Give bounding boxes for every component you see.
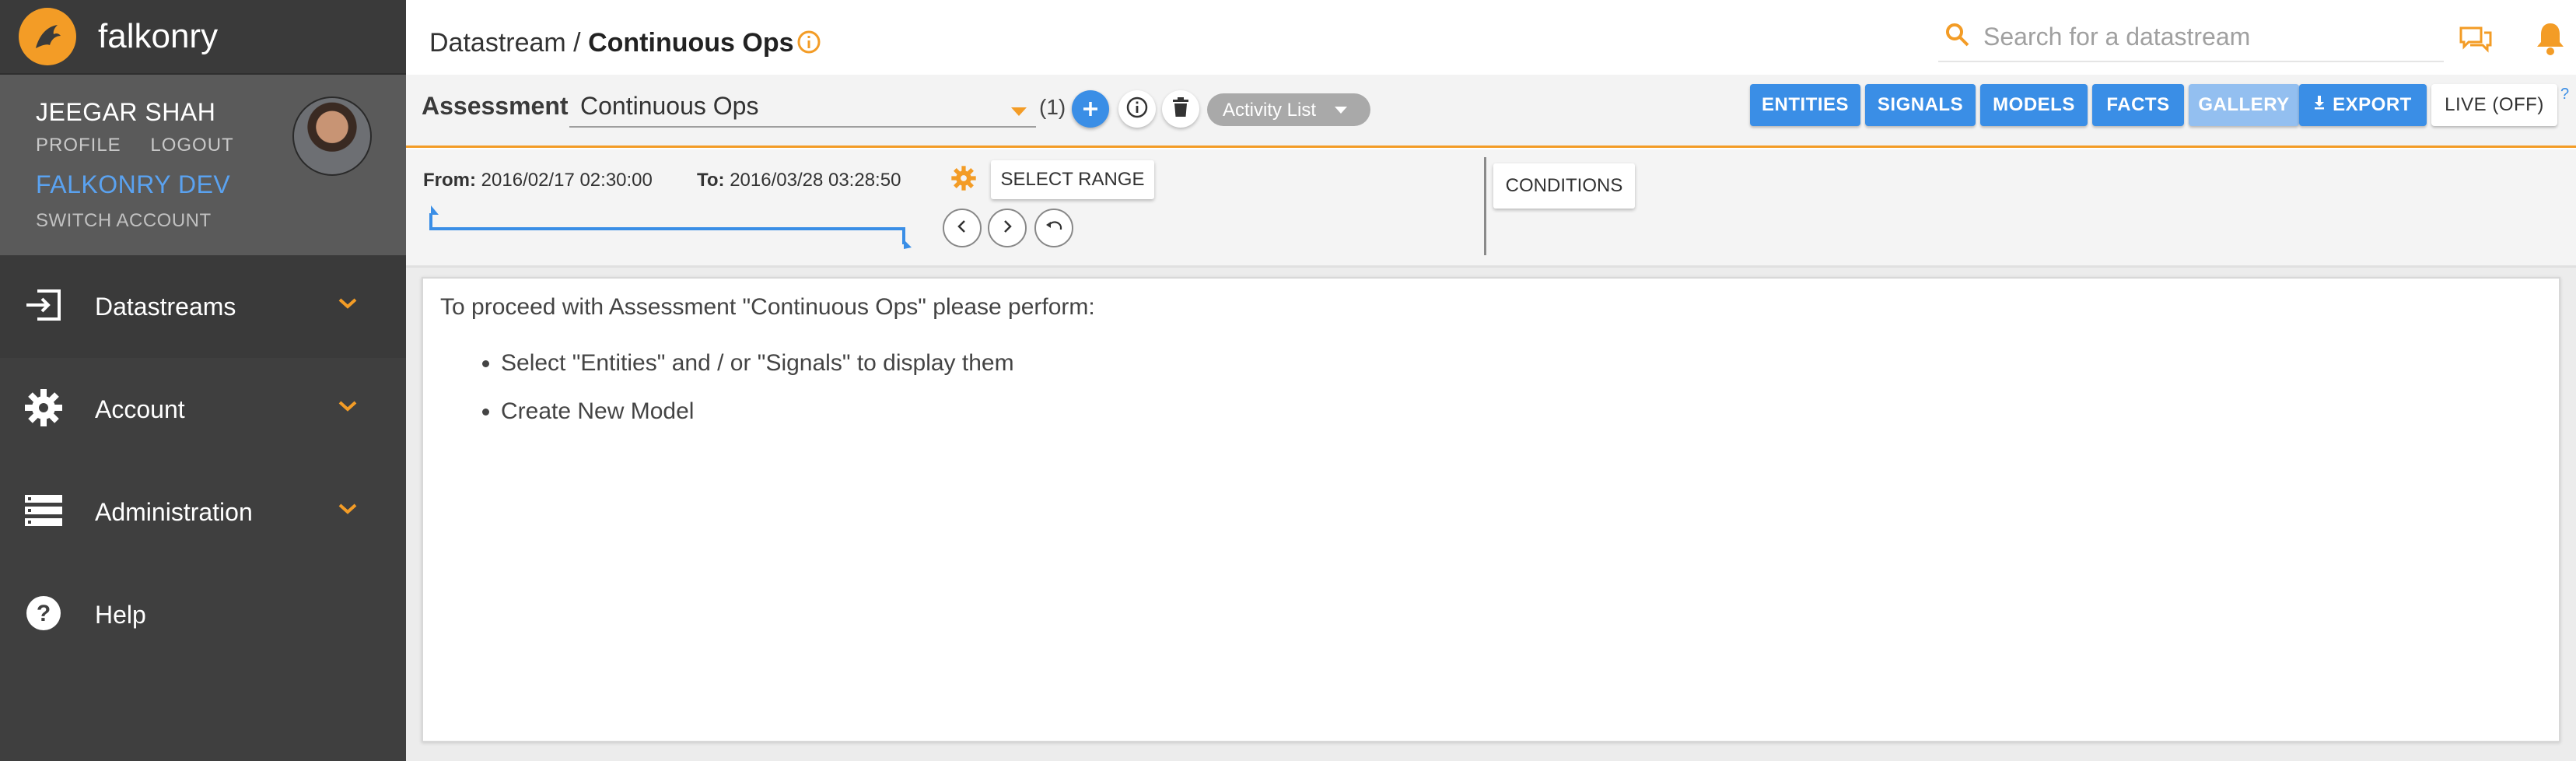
activity-list-dropdown[interactable]: Activity List bbox=[1207, 93, 1370, 126]
help-circle-icon: ? bbox=[23, 593, 64, 637]
assessment-info-button[interactable] bbox=[1118, 90, 1156, 128]
from-range: From: 2016/02/17 02:30:00 bbox=[423, 170, 653, 191]
breadcrumb-separator: / bbox=[565, 28, 589, 58]
gear-icon bbox=[23, 388, 64, 432]
search-icon bbox=[1944, 22, 1971, 52]
switch-account-link[interactable]: SWITCH ACCOUNT bbox=[36, 210, 406, 232]
sidebar-item-datastreams[interactable]: Datastreams bbox=[0, 255, 406, 358]
range-start-handle bbox=[431, 205, 439, 215]
main-content: To proceed with Assessment "Continuous O… bbox=[406, 268, 2576, 761]
user-panel: JEEGAR SHAH PROFILE LOGOUT FALKONRY DEV … bbox=[0, 75, 406, 255]
help-link[interactable]: ? bbox=[2560, 86, 2569, 103]
to-label: To: bbox=[697, 170, 725, 191]
instructions-message: To proceed with Assessment "Continuous O… bbox=[440, 294, 1095, 320]
to-range: To: 2016/03/28 03:28:50 bbox=[697, 170, 901, 191]
caret-down-icon bbox=[1335, 107, 1347, 114]
chevron-down-icon[interactable] bbox=[338, 400, 358, 416]
svg-text:?: ? bbox=[37, 601, 51, 626]
search-input[interactable] bbox=[1983, 17, 2450, 56]
download-icon bbox=[2314, 96, 2325, 114]
chat-icon[interactable] bbox=[2458, 23, 2494, 58]
previous-range-button[interactable] bbox=[943, 209, 982, 247]
vertical-divider bbox=[1484, 157, 1486, 255]
trash-icon bbox=[1172, 96, 1189, 121]
plus-icon bbox=[1081, 93, 1100, 125]
live-toggle-button[interactable]: LIVE (OFF) bbox=[2431, 84, 2557, 126]
conditions-button[interactable]: CONDITIONS bbox=[1493, 163, 1635, 209]
list-item: Create New Model bbox=[501, 398, 2542, 425]
breadcrumb: Datastream / Continuous Ops bbox=[429, 28, 794, 58]
search-box bbox=[1938, 17, 2450, 62]
sidebar-item-label: Account bbox=[95, 395, 185, 423]
range-slider[interactable] bbox=[429, 205, 919, 252]
chevron-down-icon[interactable] bbox=[338, 503, 358, 519]
input-icon bbox=[23, 288, 64, 326]
breadcrumb-current: Continuous Ops bbox=[588, 28, 794, 58]
signals-button[interactable]: SIGNALS bbox=[1865, 84, 1976, 126]
undo-icon bbox=[1045, 219, 1063, 238]
server-list-icon bbox=[23, 493, 64, 531]
chevron-left-icon bbox=[955, 219, 969, 237]
app-name: falkonry bbox=[98, 17, 219, 55]
falcon-logo-icon bbox=[19, 8, 76, 65]
sidebar-item-label: Administration bbox=[95, 497, 253, 526]
chevron-down-icon[interactable] bbox=[338, 297, 358, 314]
activity-list-label: Activity List bbox=[1223, 100, 1317, 121]
from-label: From: bbox=[423, 170, 476, 191]
delete-assessment-button[interactable] bbox=[1162, 90, 1199, 128]
export-label: EXPORT bbox=[2333, 94, 2412, 115]
info-icon bbox=[1125, 96, 1149, 123]
sidebar-item-label: Datastreams bbox=[95, 292, 236, 321]
add-assessment-button[interactable] bbox=[1072, 90, 1109, 128]
entities-button[interactable]: ENTITIES bbox=[1750, 84, 1860, 126]
next-range-button[interactable] bbox=[988, 209, 1027, 247]
sidebar-item-administration[interactable]: Administration bbox=[0, 461, 406, 563]
brand[interactable]: falkonry bbox=[0, 0, 406, 75]
select-range-button[interactable]: SELECT RANGE bbox=[991, 160, 1154, 199]
range-end-handle bbox=[904, 240, 912, 249]
caret-down-icon bbox=[1011, 107, 1027, 116]
from-value: 2016/02/17 02:30:00 bbox=[481, 170, 653, 191]
export-button[interactable]: EXPORT bbox=[2299, 84, 2427, 126]
instructions-list: Select "Entities" and / or "Signals" to … bbox=[501, 350, 2542, 425]
assessment-select[interactable]: Continuous Ops bbox=[569, 87, 1036, 128]
chevron-right-icon bbox=[1000, 219, 1014, 237]
range-settings-gear-icon[interactable] bbox=[950, 165, 977, 195]
profile-link[interactable]: PROFILE bbox=[36, 135, 121, 156]
assessment-selected-value: Continuous Ops bbox=[580, 92, 759, 120]
gallery-button[interactable]: GALLERY bbox=[2189, 84, 2299, 126]
to-value: 2016/03/28 03:28:50 bbox=[730, 170, 901, 191]
sidebar-item-help[interactable]: ? Help bbox=[0, 563, 406, 666]
org-name[interactable]: FALKONRY DEV bbox=[36, 170, 406, 199]
sidebar-item-label: Help bbox=[95, 600, 146, 629]
assessment-count: (1) bbox=[1039, 95, 1066, 119]
instructions-panel: To proceed with Assessment "Continuous O… bbox=[422, 277, 2560, 742]
logout-link[interactable]: LOGOUT bbox=[150, 135, 233, 156]
models-button[interactable]: MODELS bbox=[1980, 84, 2088, 126]
sidebar: falkonry JEEGAR SHAH PROFILE LOGOUT FALK… bbox=[0, 0, 406, 761]
sidebar-item-account[interactable]: Account bbox=[0, 358, 406, 461]
assessment-label: Assessment bbox=[422, 92, 569, 120]
bell-icon[interactable] bbox=[2534, 20, 2567, 60]
list-item: Select "Entities" and / or "Signals" to … bbox=[501, 350, 2542, 377]
avatar[interactable] bbox=[292, 96, 372, 176]
breadcrumb-root[interactable]: Datastream bbox=[429, 28, 566, 58]
assessment-toolbar: Assessment Continuous Ops (1) Activity L… bbox=[406, 75, 2576, 148]
info-icon[interactable] bbox=[796, 30, 821, 58]
facts-button[interactable]: FACTS bbox=[2092, 84, 2184, 126]
time-range-bar: From: 2016/02/17 02:30:00 To: 2016/03/28… bbox=[406, 149, 2576, 268]
top-header: Datastream / Continuous Ops bbox=[406, 0, 2576, 75]
reset-range-button[interactable] bbox=[1034, 209, 1073, 247]
